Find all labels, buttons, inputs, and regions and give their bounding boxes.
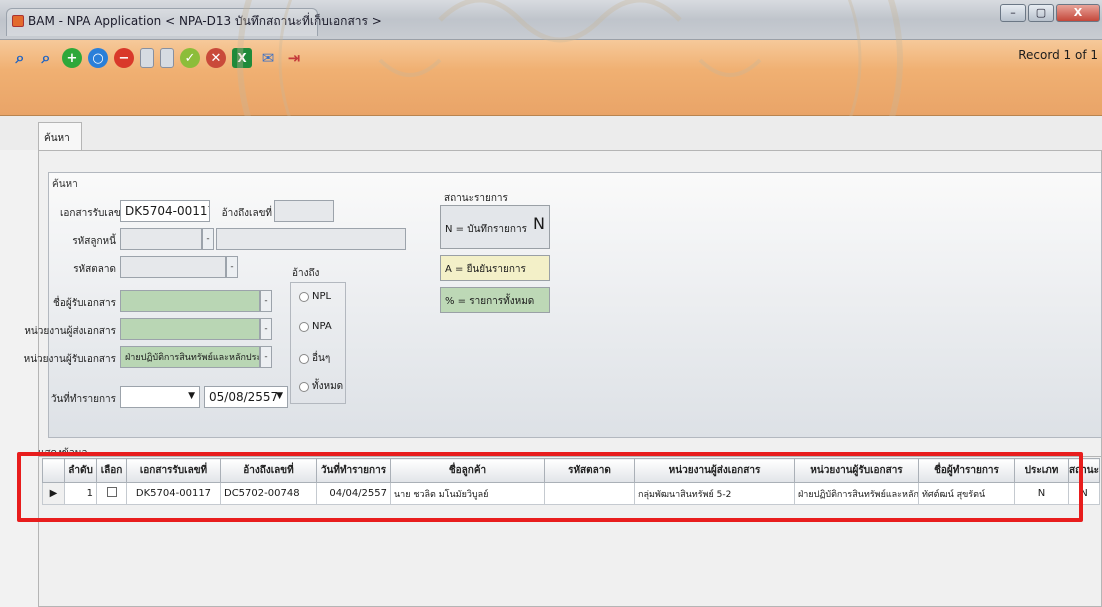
tab-strip [0,116,1102,150]
ref-no-input[interactable] [274,200,334,222]
date-label: วันที่ทำรายการ [50,394,116,405]
receiver-name-label: ชื่อผู้รับเอกสาร [53,298,116,309]
status-new[interactable]: N = บันทึกรายการ N [440,205,550,249]
toolbar: ⌕ ⌕ + ○ − ✓ ✕ X ✉ ⇥ Record 1 of 1 [0,40,1102,116]
app-icon [12,15,24,27]
refresh-icon[interactable]: ○ [88,48,108,68]
doc-no-label: เอกสารรับเลขที่ [60,208,128,219]
status-value: N [533,214,545,233]
customer-lookup-button[interactable]: - [202,228,214,250]
search-group-title: ค้นหา [52,179,78,190]
approve-icon[interactable]: ✓ [180,48,200,68]
title-bar: BAM - NPA Application < NPA-D13 บันทึกสถ… [0,0,1102,40]
attach-icon[interactable] [160,48,174,68]
ref-group-label: อ้างถึง [292,268,320,279]
date-to-select[interactable]: 05/08/2557 ▼ [204,386,288,408]
date-from-select[interactable]: ▼ [120,386,200,408]
save-icon[interactable] [140,48,154,68]
customer-name-display [216,228,406,250]
customer-code-label: รหัสลูกหนี้ [72,236,116,247]
status-confirmed[interactable]: A = ยืนยันรายการ [440,255,550,281]
record-counter: Record 1 of 1 [1018,48,1098,62]
market-lookup-button[interactable]: - [226,256,238,278]
search-plus-icon[interactable]: ⌕ [36,48,56,68]
status-group: สถานะรายการ N = บันทึกรายการ N A = ยืนยั… [440,193,550,325]
status-all[interactable]: % = รายการทั้งหมด [440,287,550,313]
radio-npa[interactable]: NPA [299,321,332,332]
close-button[interactable]: X [1056,4,1100,22]
doc-no-input[interactable]: DK5704-00117 [120,200,210,222]
sender-unit-input[interactable] [120,318,260,340]
exit-icon[interactable]: ⇥ [284,48,304,68]
minimize-button[interactable]: – [1000,4,1026,22]
cancel-icon[interactable]: ✕ [206,48,226,68]
window-controls: – ▢ X [1000,4,1100,22]
search-icon[interactable]: ⌕ [10,48,30,68]
window-title: BAM - NPA Application < NPA-D13 บันทึกสถ… [28,14,382,28]
ref-type-group: NPL NPA อื่นๆ ทั้งหมด [290,282,346,404]
radio-other[interactable]: อื่นๆ [299,351,330,366]
market-code-input[interactable] [120,256,226,278]
receiver-name-lookup-button[interactable]: - [260,290,272,312]
sender-unit-label: หน่วยงานผู้ส่งเอกสาร [24,326,116,337]
receiver-unit-lookup-button[interactable]: - [260,346,272,368]
receiver-unit-input[interactable]: ฝ่ายปฏิบัติการสินทรัพย์และหลักประกัน [120,346,260,368]
add-icon[interactable]: + [62,48,82,68]
tab-search[interactable]: ค้นหารายการ [38,122,82,159]
delete-icon[interactable]: − [114,48,134,68]
highlight-box [17,452,1083,522]
ref-no-label: อ้างถึงเลขที่ [221,208,272,219]
maximize-button[interactable]: ▢ [1028,4,1054,22]
receiver-name-input[interactable] [120,290,260,312]
mail-icon[interactable]: ✉ [258,48,278,68]
status-title: สถานะรายการ [444,193,508,204]
radio-all[interactable]: ทั้งหมด [299,379,343,394]
sender-unit-lookup-button[interactable]: - [260,318,272,340]
radio-npl[interactable]: NPL [299,291,331,302]
customer-code-input[interactable] [120,228,202,250]
excel-icon[interactable]: X [232,48,252,68]
receiver-unit-label: หน่วยงานผู้รับเอกสาร [23,354,116,365]
market-code-label: รหัสตลาด [73,264,116,275]
